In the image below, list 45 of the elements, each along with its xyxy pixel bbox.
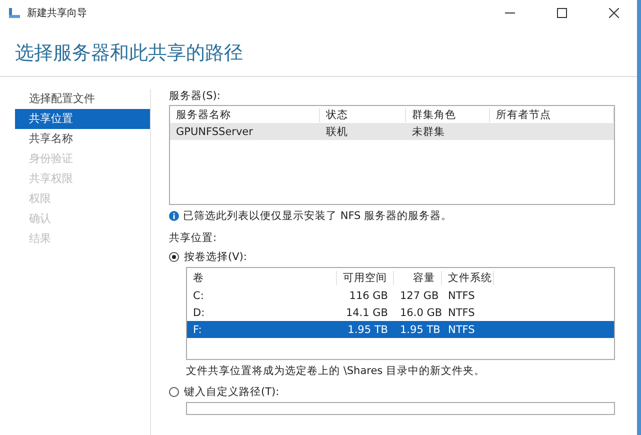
table-cell-text: 联机: [325, 124, 349, 138]
radio-button[interactable]: [169, 387, 179, 397]
wizard-icon: [8, 7, 21, 19]
wizard-step[interactable]: 选择配置文件: [15, 89, 150, 109]
table-cell-text: 1.95 TB: [399, 324, 442, 336]
volume-row[interactable]: C: 116 GB 127 GB NTFS: [187, 287, 614, 304]
table-cell-text: 1.95 TB: [346, 324, 389, 336]
radio-label: 键入自定义路径(T):: [184, 385, 280, 399]
path-input-field[interactable]: [186, 402, 615, 415]
column-header[interactable]: 所有者节点: [490, 108, 614, 122]
server-row[interactable]: GPUNFSServer 联机 未群集: [170, 123, 614, 140]
wizard-step[interactable]: 共享位置: [15, 109, 150, 129]
column-header[interactable]: 群集角色: [406, 108, 490, 122]
table-cell-text: F:: [192, 324, 203, 336]
radio-label: 按卷选择(V):: [184, 250, 247, 264]
column-header[interactable]: 状态: [320, 108, 406, 122]
table-cell-text: NTFS: [447, 324, 476, 336]
servers-label: 服务器(S):: [169, 89, 222, 103]
table-cell-text: 16.0 GB: [399, 306, 442, 318]
table-cell-text: NTFS: [447, 306, 476, 318]
table-cell-text: NTFS: [447, 290, 476, 302]
location-label: 共享位置:: [169, 231, 218, 245]
info-icon: [169, 211, 179, 221]
maximize-icon: [557, 8, 567, 18]
table-cell-text: D:: [192, 306, 206, 318]
table-cell-text: 116 GB: [348, 290, 389, 302]
table-cell-text: 127 GB: [399, 290, 440, 302]
column-header[interactable]: 卷: [187, 270, 337, 284]
info-text: 已筛选此列表以便仅显示安装了 NFS 服务器的服务器。: [183, 209, 452, 223]
column-header[interactable]: 容量: [394, 270, 442, 284]
volume-row[interactable]: F: 1.95 TB 1.95 TB NTFS: [187, 321, 614, 338]
window-title: 新建共享向导: [27, 6, 88, 20]
column-header[interactable]: 文件系统: [442, 270, 494, 284]
wizard-step[interactable]: 共享名称: [15, 129, 150, 149]
column-header[interactable]: 服务器名称: [170, 108, 320, 122]
volume-row[interactable]: D: 14.1 GB 16.0 GB NTFS: [187, 304, 614, 321]
table-cell-text: GPUNFSServer: [175, 126, 254, 138]
column-header[interactable]: 可用空间: [337, 270, 394, 284]
close-icon: [609, 8, 619, 18]
page-heading: 选择服务器和此共享的路径: [15, 41, 244, 66]
table-cell-text: 未群集: [411, 124, 446, 138]
radio-button[interactable]: [169, 252, 179, 262]
table-cell-text: C:: [192, 290, 205, 302]
table-cell-text: 14.1 GB: [344, 306, 389, 318]
volume-note: 文件共享位置将成为选定卷上的 \Shares 目录中的新文件夹。: [186, 364, 486, 378]
